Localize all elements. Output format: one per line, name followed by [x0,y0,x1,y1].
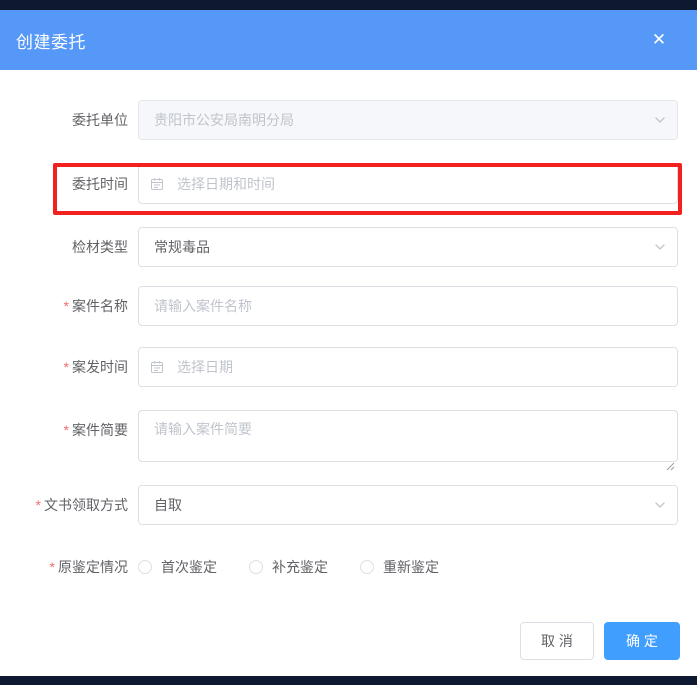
close-icon[interactable]: ✕ [647,28,671,52]
radio-label: 首次鉴定 [161,557,217,577]
incident-time-input[interactable] [138,347,678,387]
radio-circle-icon [138,560,152,574]
case-name-field[interactable] [138,286,678,326]
field-row-commission-time: 委托时间 [0,164,697,204]
field-label: *文书领取方式 [0,485,128,525]
field-row-document-pickup: *文书领取方式 [0,485,697,525]
dialog-header: 创建委托 ✕ [0,10,697,70]
field-label-text: 文书领取方式 [44,497,128,513]
field-row-case-name: *案件名称 [0,286,697,326]
radio-circle-icon [360,560,374,574]
sample-type-value[interactable] [138,227,678,267]
case-name-input[interactable] [138,286,678,326]
commission-time-picker[interactable] [138,164,678,204]
required-mark: * [36,497,41,513]
required-mark: * [64,422,69,438]
field-label: *案发时间 [0,347,128,387]
case-brief-field[interactable] [138,410,678,462]
field-label: *案件简要 [0,410,128,450]
dialog-footer: 取 消 确 定 [520,622,680,660]
required-mark: * [50,559,55,575]
radio-label: 补充鉴定 [272,557,328,577]
field-label: *案件名称 [0,286,128,326]
field-label: *原鉴定情况 [0,557,128,577]
required-mark: * [64,298,69,314]
field-label-text: 案发时间 [72,359,128,375]
confirm-button[interactable]: 确 定 [604,622,680,660]
field-label: 委托单位 [0,100,128,140]
resize-handle-icon[interactable] [666,462,675,471]
field-label-text: 案件简要 [72,422,128,438]
field-label: 检材类型 [0,227,128,267]
field-label-text: 案件名称 [72,298,128,314]
create-commission-dialog: 创建委托 ✕ 委托单位 委托时间 [0,10,697,676]
commission-unit-value [138,100,678,140]
document-pickup-select[interactable] [138,485,678,525]
field-label-text: 原鉴定情况 [58,559,128,575]
field-label-text: 委托时间 [72,176,128,192]
field-row-commission-unit: 委托单位 [0,100,697,140]
incident-time-picker[interactable] [138,347,678,387]
dialog-title: 创建委托 [16,28,86,53]
radio-re-appraisal[interactable]: 重新鉴定 [360,557,439,577]
field-row-original-appraisal: *原鉴定情况 首次鉴定 补充鉴定 重新鉴定 [0,557,697,577]
commission-unit-select [138,100,678,140]
document-pickup-value[interactable] [138,485,678,525]
commission-time-input[interactable] [138,164,678,204]
field-row-case-brief: *案件简要 [0,410,697,462]
radio-first-appraisal[interactable]: 首次鉴定 [138,557,217,577]
field-row-incident-time: *案发时间 [0,347,697,387]
radio-label: 重新鉴定 [383,557,439,577]
page-backdrop: 创建委托 ✕ 委托单位 委托时间 [0,0,697,685]
field-label-text: 检材类型 [72,239,128,255]
case-brief-textarea[interactable] [138,410,678,462]
sample-type-select[interactable] [138,227,678,267]
radio-supplementary-appraisal[interactable]: 补充鉴定 [249,557,328,577]
field-label: 委托时间 [0,164,128,204]
field-row-sample-type: 检材类型 [0,227,697,267]
radio-circle-icon [249,560,263,574]
field-label-text: 委托单位 [72,112,128,128]
cancel-button[interactable]: 取 消 [520,622,594,660]
original-appraisal-radio-group: 首次鉴定 补充鉴定 重新鉴定 [138,557,439,577]
required-mark: * [64,359,69,375]
